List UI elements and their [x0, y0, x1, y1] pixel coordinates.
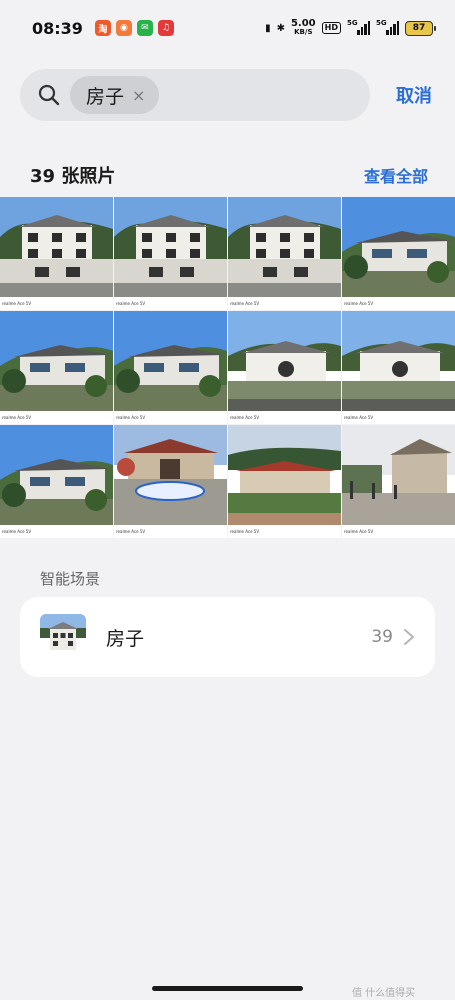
chevron-right-icon — [403, 628, 415, 646]
photo-image — [0, 311, 113, 411]
search-bar[interactable]: 房子 × — [20, 69, 370, 121]
notification-icons: 淘 ◉ ✉ ♫ — [94, 20, 174, 36]
photo-thumbnail[interactable]: realme Ace 5V — [342, 425, 455, 538]
photo-watermark: realme Ace 5V — [114, 297, 227, 310]
photo-image — [114, 197, 227, 297]
status-indicators: ▮ ✱ 5.00 KB/S HD 5G 5G 87 — [265, 18, 436, 37]
photo-watermark: realme Ace 5V — [0, 411, 113, 424]
photo-watermark: realme Ace 5V — [0, 297, 113, 310]
photo-grid: realme Ace 5V realme Ace 5V realme Ace 5… — [0, 197, 455, 538]
scene-count: 39 — [371, 627, 393, 647]
cancel-button[interactable]: 取消 — [396, 82, 432, 108]
photo-thumbnail[interactable]: realme Ace 5V — [228, 197, 341, 310]
taobao-app-icon: ◉ — [115, 20, 132, 36]
photo-image — [228, 425, 341, 525]
photo-image — [0, 425, 113, 525]
photo-watermark: realme Ace 5V — [342, 297, 455, 310]
photo-image — [228, 311, 341, 411]
photo-watermark: realme Ace 5V — [228, 525, 341, 538]
photo-thumbnail[interactable]: realme Ace 5V — [342, 311, 455, 424]
smart-scenes-title: 智能场景 — [40, 570, 101, 588]
photo-watermark: realme Ace 5V — [228, 297, 341, 310]
scene-thumbnail — [40, 614, 86, 660]
photo-image — [342, 311, 455, 411]
photo-thumbnail[interactable]: realme Ace 5V — [228, 311, 341, 424]
photo-thumbnail[interactable]: realme Ace 5V — [114, 197, 227, 310]
photo-watermark: realme Ace 5V — [342, 525, 455, 538]
signal-sim1-icon: 5G — [347, 19, 370, 35]
scene-card-house[interactable]: 房子 39 — [20, 597, 435, 677]
battery-icon: 87 — [405, 20, 436, 36]
photo-thumbnail[interactable]: realme Ace 5V — [114, 311, 227, 424]
scene-name: 房子 — [106, 627, 145, 650]
signal-sim2-icon: 5G — [376, 19, 399, 35]
photo-thumbnail[interactable]: realme Ace 5V — [0, 197, 113, 310]
bluetooth-icon: ✱ — [276, 22, 285, 34]
photo-watermark: realme Ace 5V — [342, 411, 455, 424]
photo-thumbnail[interactable]: realme Ace 5V — [0, 311, 113, 424]
search-chip[interactable]: 房子 × — [70, 76, 160, 114]
photo-watermark: realme Ace 5V — [228, 411, 341, 424]
photo-watermark: realme Ace 5V — [114, 525, 227, 538]
search-chip-label: 房子 — [86, 85, 125, 108]
photo-image — [114, 311, 227, 411]
photo-thumbnail[interactable]: realme Ace 5V — [0, 425, 113, 538]
photo-image — [342, 425, 455, 525]
vibrate-icon: ▮ — [265, 22, 271, 34]
chip-close-icon[interactable]: × — [132, 86, 145, 105]
photo-watermark: realme Ace 5V — [114, 411, 227, 424]
shopping-app-icon: 淘 — [94, 20, 111, 36]
netease-music-icon: ♫ — [157, 20, 174, 36]
site-watermark: 值 什么值得买 — [352, 988, 416, 999]
photos-count: 39 张照片 — [30, 166, 116, 187]
photo-thumbnail[interactable]: realme Ace 5V — [228, 425, 341, 538]
status-time: 08:39 — [32, 18, 83, 38]
photo-image — [228, 197, 341, 297]
photo-image — [0, 197, 113, 297]
photo-thumbnail[interactable]: realme Ace 5V — [114, 425, 227, 538]
search-icon — [38, 84, 60, 106]
view-all-link[interactable]: 查看全部 — [364, 163, 428, 187]
wechat-app-icon: ✉ — [136, 20, 153, 36]
photo-watermark: realme Ace 5V — [0, 525, 113, 538]
photo-image — [114, 425, 227, 525]
photo-thumbnail[interactable]: realme Ace 5V — [342, 197, 455, 310]
status-bar: 08:39 淘 ◉ ✉ ♫ ▮ ✱ 5.00 KB/S HD 5G 5G 87 — [0, 0, 455, 56]
home-indicator[interactable] — [152, 986, 303, 991]
network-speed: 5.00 KB/S — [290, 18, 316, 37]
hd-voice-icon: HD — [321, 22, 341, 34]
photo-image — [342, 197, 455, 297]
